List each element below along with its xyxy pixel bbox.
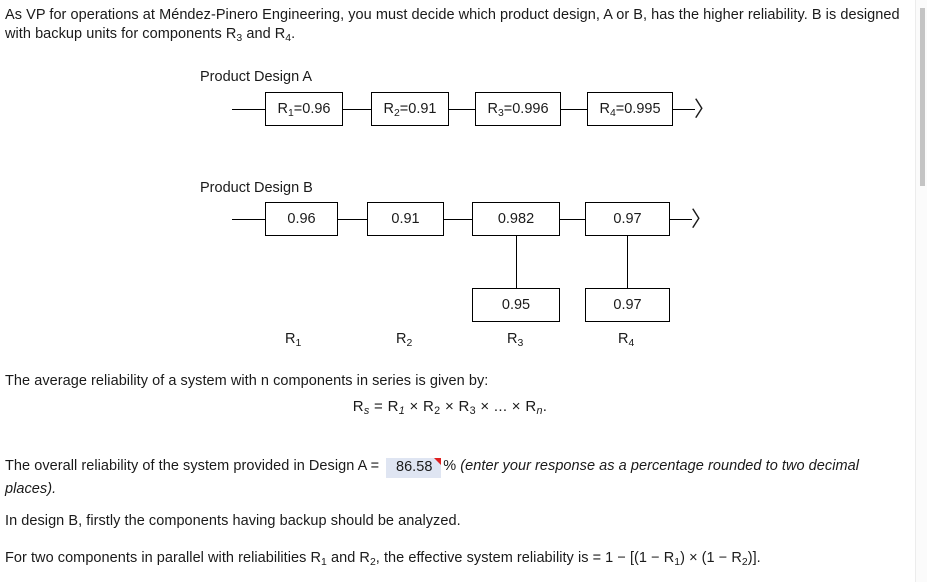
answer-input-field[interactable]: 86.58 [386,458,442,478]
intro-text-main: As VP for operations at Méndez-Pinero En… [5,7,900,42]
design-b-output-chevron-icon: 〉 [691,207,712,231]
intro-text-mid: and R [242,26,286,42]
series-reliability-text: The average reliability of a system with… [5,373,489,389]
design-a-box-r4-label: R4=0.995 [599,101,661,119]
parallel-suffix-3: )]. [747,550,761,566]
design-a-box-r4: R4=0.995 [587,92,673,126]
design-b-backup-box-r4-value: 0.97 [613,297,642,313]
vertical-scrollbar[interactable] [915,0,927,582]
formula-times-3: × ... × [475,398,526,415]
formula-r2: R2 [423,398,441,418]
design-a-connector-1 [343,109,371,110]
answer-prefix-text: The overall reliability of the system pr… [5,458,384,474]
parallel-suffix: , the effective system reliability is = … [375,550,675,566]
formula-period: . [542,398,548,415]
answer-paragraph: The overall reliability of the system pr… [5,455,905,501]
formula-lhs: Rs [352,398,370,418]
formula-eq: = [369,398,388,415]
parallel-mid: and R [326,550,370,566]
scrollbar-thumb[interactable] [920,8,925,186]
design-a-box-r2-label: R2=0.91 [383,101,437,119]
design-b-title: Product Design B [200,180,313,196]
design-b-backup-drop-r4 [627,236,628,288]
design-b-box-r2: 0.91 [367,202,444,236]
design-b-box-r3-value: 0.982 [497,211,535,227]
design-a-output-chevron-icon: 〉 [694,97,715,121]
design-b-box-r4: 0.97 [585,202,670,236]
formula-times-1: × [405,398,424,415]
formula-rn: Rn [525,398,543,418]
intro-text-end: . [291,26,296,42]
document-page: As VP for operations at Méndez-Pinero En… [0,0,910,582]
design-a-input-line [232,109,265,110]
design-b-box-r1: 0.96 [265,202,338,236]
design-b-connector-3 [560,219,585,220]
formula-times-2: × [440,398,459,415]
design-a-box-r3-label: R3=0.996 [487,101,549,119]
design-b-connector-2 [444,219,472,220]
design-b-backup-box-r4: 0.97 [585,288,670,322]
design-b-connector-1 [338,219,367,220]
design-b-box-r2-value: 0.91 [391,211,420,227]
design-a-output-line [673,109,695,110]
parallel-prefix: For two components in parallel with reli… [5,550,322,566]
design-b-backup-box-r3-value: 0.95 [501,297,531,313]
design-b-box-r4-value: 0.97 [613,211,642,227]
design-b-label-r1: R1 [285,331,302,349]
design-a-box-r1: R1=0.96 [265,92,343,126]
series-formula: Rs = R1 × R2 × R3 × ... × Rn. [0,398,900,418]
parallel-suffix-2: ) × (1 − R [680,550,742,566]
design-b-output-line [670,219,692,220]
design-b-input-line [232,219,265,220]
design-b-backup-box-r3: 0.95 [472,288,560,322]
parallel-reliability-text: For two components in parallel with reli… [5,549,905,568]
design-a-box-r3: R3=0.996 [475,92,561,126]
design-b-label-r4: R4 [618,331,635,349]
formula-r1: R1 [387,398,406,418]
design-a-title: Product Design A [200,69,313,85]
design-a-box-r1-label: R1=0.96 [277,101,331,119]
design-b-label-r3: R3 [507,331,524,349]
percent-sign: % [443,458,457,474]
design-b-backup-drop-r3 [516,236,517,288]
formula-r3: R3 [458,398,476,418]
design-b-label-r2: R2 [396,331,413,349]
design-b-box-r3: 0.982 [472,202,560,236]
design-a-connector-3 [561,109,587,110]
design-b-box-r1-value: 0.96 [287,211,316,227]
design-b-note: In design B, firstly the components havi… [5,513,461,529]
intro-paragraph: As VP for operations at Méndez-Pinero En… [5,6,902,44]
design-a-box-r2: R2=0.91 [371,92,449,126]
design-a-connector-2 [449,109,475,110]
